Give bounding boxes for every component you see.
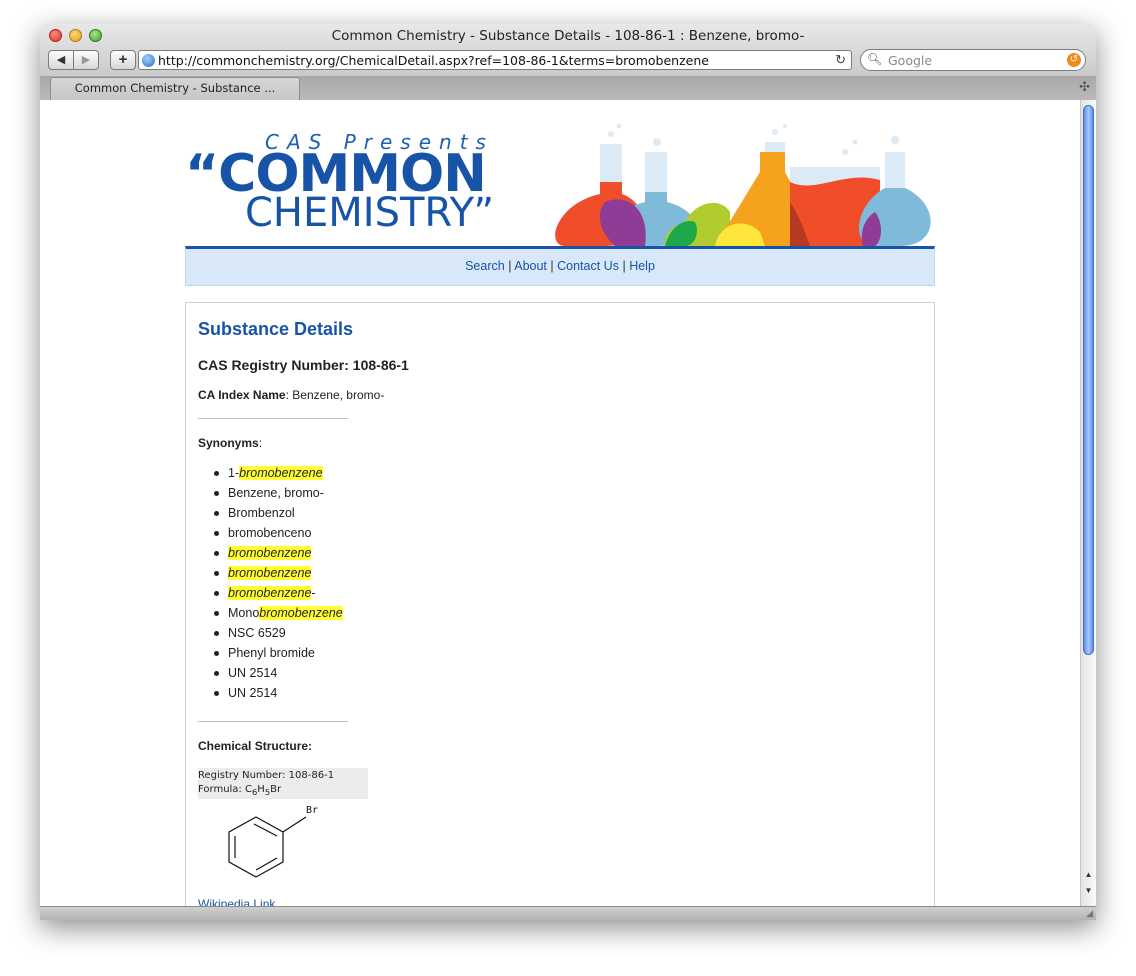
synonym-item: bromobenzene-	[198, 583, 343, 603]
synonyms-heading: Synonyms:	[198, 436, 262, 450]
synonym-item: 1-bromobenzene	[198, 463, 343, 483]
formula-prefix: Formula: C	[198, 784, 252, 795]
back-arrow-icon: ◀	[56, 54, 66, 66]
cas-registry-number: CAS Registry Number: 108-86-1	[198, 357, 409, 373]
synonym-item: Benzene, bromo-	[198, 483, 343, 503]
address-text[interactable]: http://commonchemistry.org/ChemicalDetai…	[158, 53, 709, 68]
logo-chemistry-text: CHEMISTRY”	[245, 190, 495, 236]
nav-contact-link[interactable]: Contact Us	[557, 259, 619, 273]
tab-strip: Common Chemistry - Substance ... ✣	[40, 76, 1096, 100]
globe-icon	[142, 54, 155, 67]
status-bar: ◢	[40, 906, 1096, 920]
address-bar[interactable]: http://commonchemistry.org/ChemicalDetai…	[138, 50, 852, 70]
synonyms-label: Synonyms	[198, 436, 259, 450]
structure-info-box: Registry Number: 108-86-1 Formula: C6H5B…	[198, 768, 368, 799]
scrollbar-thumb[interactable]	[1083, 105, 1094, 655]
synonym-item: NSC 6529	[198, 623, 343, 643]
flasks-illustration	[555, 123, 931, 246]
plus-icon: +	[118, 51, 128, 68]
divider	[198, 418, 348, 419]
window-title: Common Chemistry - Substance Details - 1…	[331, 28, 805, 44]
bromobenzene-structure-diagram: Br	[228, 805, 318, 878]
synonym-highlight: bromobenzene	[228, 566, 312, 580]
synonym-text: UN 2514	[228, 686, 278, 700]
chemical-structure-heading: Chemical Structure:	[198, 739, 313, 753]
synonym-item: Brombenzol	[198, 503, 343, 523]
synonyms-list: 1-bromobenzene Benzene, bromo- Brombenzo…	[198, 463, 343, 703]
synonym-item: Phenyl bromide	[198, 643, 343, 663]
synonyms-colon: :	[258, 436, 263, 450]
back-button[interactable]: ◀	[48, 50, 74, 70]
synonym-item: UN 2514	[198, 683, 343, 703]
vertical-scrollbar[interactable]: ▲ ▼	[1080, 100, 1096, 906]
snapback-icon[interactable]: ↺	[1067, 53, 1081, 67]
browser-window: Common Chemistry - Substance Details - 1…	[40, 24, 1096, 920]
forward-arrow-icon: ▶	[81, 54, 91, 66]
page-content: CAS Presents “COMMON CHEMISTRY” Search |…	[40, 100, 1080, 906]
ca-index-label: CA Index Name	[198, 388, 286, 402]
synonym-text: Brombenzol	[228, 506, 295, 520]
synonym-highlight: bromobenzene	[239, 466, 323, 480]
synonym-text: bromobenceno	[228, 526, 312, 540]
new-tab-button[interactable]: +	[110, 50, 136, 70]
nav-separator: |	[550, 259, 554, 273]
synonym-text: Phenyl bromide	[228, 646, 315, 660]
divider	[198, 721, 348, 722]
wikipedia-link[interactable]: Wikipedia Link	[198, 897, 275, 906]
nav-separator: |	[622, 259, 626, 273]
details-panel: Substance Details CAS Registry Number: 1…	[185, 302, 935, 906]
structure-formula: Formula: C6H5Br	[198, 783, 368, 799]
synonym-text: 1-	[228, 466, 240, 480]
nav-separator: |	[508, 259, 512, 273]
search-icon: 🔍︎	[867, 52, 883, 66]
search-field[interactable]: 🔍︎ Google ↺	[860, 49, 1086, 71]
site-nav: Search | About | Contact Us | Help	[185, 246, 935, 286]
nav-search-link[interactable]: Search	[465, 259, 505, 273]
synonym-text: UN 2514	[228, 666, 278, 680]
synonym-highlight: bromobenzene	[259, 606, 343, 620]
reload-icon[interactable]: ↻	[835, 52, 846, 68]
nav-help-link[interactable]: Help	[629, 259, 655, 273]
site-banner: CAS Presents “COMMON CHEMISTRY”	[185, 122, 935, 246]
synonym-suffix: -	[311, 586, 316, 600]
synonym-highlight: bromobenzene	[228, 546, 312, 560]
ca-index-name: CA Index Name: Benzene, bromo-	[198, 388, 384, 402]
synonym-text: Mono	[228, 606, 260, 620]
synonym-highlight: bromobenzene	[228, 586, 312, 600]
synonym-item: UN 2514	[198, 663, 343, 683]
scroll-down-arrow-icon[interactable]: ▼	[1083, 886, 1094, 895]
synonym-text: NSC 6529	[228, 626, 286, 640]
resize-grip-icon[interactable]: ◢	[1086, 908, 1093, 919]
add-tab-icon[interactable]: ✣	[1079, 79, 1090, 95]
page-title: Substance Details	[198, 319, 354, 339]
synonym-item: bromobenceno	[198, 523, 343, 543]
synonym-item: bromobenzene	[198, 543, 343, 563]
title-bar: Common Chemistry - Substance Details - 1…	[40, 24, 1096, 100]
scroll-up-arrow-icon[interactable]: ▲	[1083, 870, 1094, 879]
tab-common-chemistry[interactable]: Common Chemistry - Substance ...	[50, 77, 300, 100]
ca-index-value: : Benzene, bromo-	[285, 388, 385, 402]
structure-registry-number: Registry Number: 108-86-1	[198, 770, 335, 781]
formula-element: H	[257, 784, 265, 795]
forward-button[interactable]: ▶	[73, 50, 99, 70]
synonym-item: bromobenzene	[198, 563, 343, 583]
nav-about-link[interactable]: About	[514, 259, 547, 273]
formula-element: Br	[270, 784, 282, 795]
search-placeholder: Google	[888, 53, 933, 68]
synonym-item: Monobromobenzene	[198, 603, 343, 623]
bromine-label: Br	[306, 805, 318, 816]
synonym-text: Benzene, bromo-	[228, 486, 324, 500]
